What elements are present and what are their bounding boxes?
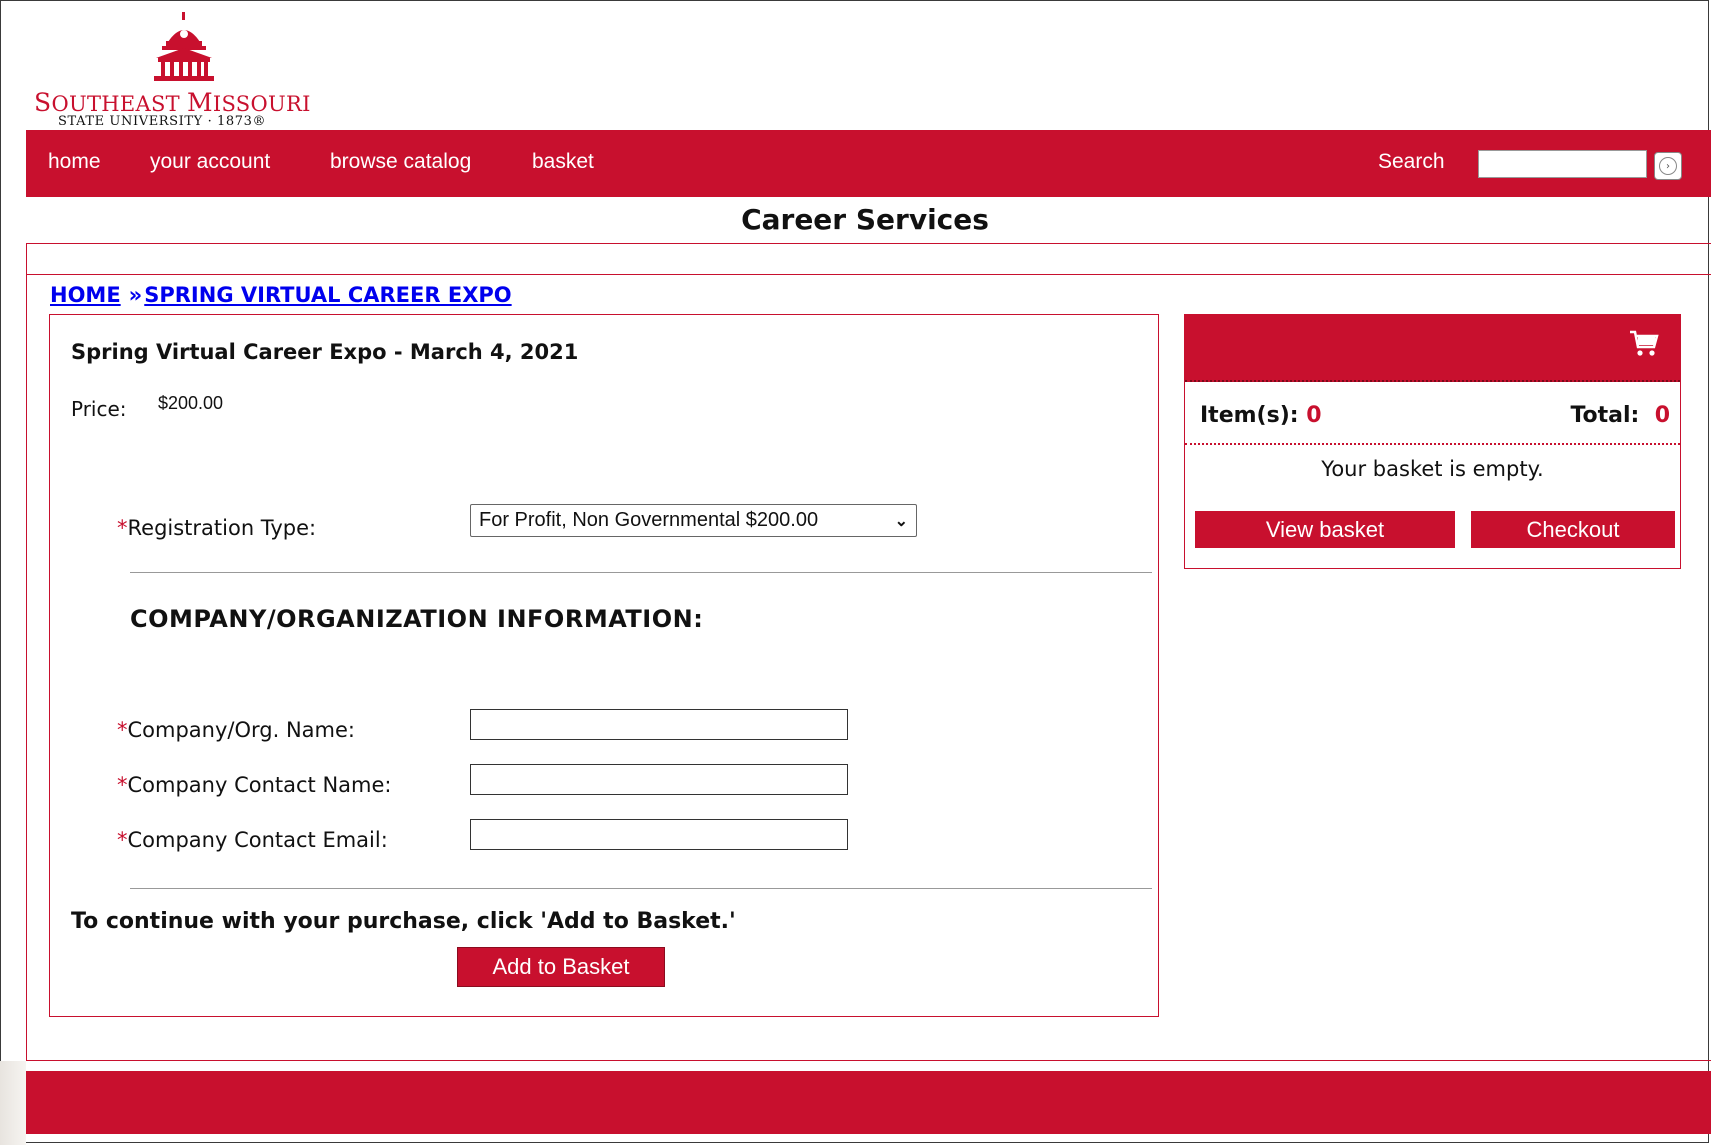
required-marker: *: [117, 773, 128, 797]
nav-home-link[interactable]: home: [48, 150, 101, 174]
company-name-field[interactable]: [470, 709, 848, 740]
checkout-button[interactable]: Checkout: [1471, 511, 1675, 548]
content-divider: [27, 274, 1711, 275]
company-name-label: *Company/Org. Name:: [117, 718, 355, 742]
contact-email-label: *Company Contact Email:: [117, 828, 388, 852]
contact-name-text: Company Contact Name:: [127, 773, 392, 797]
price-value: $200.00: [158, 393, 224, 413]
registration-type-value: For Profit, Non Governmental $200.00: [479, 509, 819, 531]
basket-header: [1185, 315, 1680, 382]
breadcrumb-current-link[interactable]: SPRING VIRTUAL CAREER EXPO: [144, 283, 511, 307]
search-go-button[interactable]: ›: [1654, 152, 1682, 180]
required-marker: *: [117, 718, 128, 742]
footer-bar: [26, 1071, 1711, 1134]
items-label: Item(s):: [1200, 403, 1299, 428]
company-name-text: Company/Org. Name:: [127, 718, 355, 742]
company-section-heading: COMPANY/ORGANIZATION INFORMATION:: [130, 605, 704, 633]
registration-type-label: *Registration Type:: [117, 516, 316, 540]
search-label: Search: [1378, 150, 1445, 173]
shopping-cart-icon[interactable]: [1628, 327, 1660, 359]
chevron-down-icon: ⌄: [894, 512, 908, 530]
search-input[interactable]: [1478, 150, 1647, 178]
basket-items-count: Item(s): 0: [1200, 403, 1322, 428]
required-marker: *: [117, 516, 128, 540]
contact-name-field[interactable]: [470, 764, 848, 795]
continue-instruction: To continue with your purchase, click 'A…: [71, 909, 736, 934]
basket-total: Total: 0: [1570, 403, 1670, 428]
logo-name: SOUTHEAST MISSOURI: [34, 88, 311, 117]
logo-subtitle: STATE UNIVERSITY · 1873®: [58, 114, 267, 129]
view-basket-button[interactable]: View basket: [1195, 511, 1455, 548]
breadcrumb-separator: »: [128, 283, 143, 307]
contact-name-label: *Company Contact Name:: [117, 773, 392, 797]
basket-panel: Item(s): 0 Total: 0 Your basket is empty…: [1184, 314, 1681, 569]
product-title: Spring Virtual Career Expo - March 4, 20…: [71, 340, 579, 364]
required-marker: *: [117, 828, 128, 852]
add-to-basket-button[interactable]: Add to Basket: [457, 947, 665, 987]
contact-email-text: Company Contact Email:: [127, 828, 388, 852]
items-value: 0: [1306, 403, 1322, 428]
registration-type-select[interactable]: For Profit, Non Governmental $200.00 ⌄: [470, 504, 917, 537]
nav-browse-catalog-link[interactable]: browse catalog: [330, 150, 471, 174]
background-edge: [0, 1061, 26, 1145]
registration-type-text: Registration Type:: [127, 516, 317, 540]
nav-basket-link[interactable]: basket: [532, 150, 594, 174]
contact-email-field[interactable]: [470, 819, 848, 850]
price-label: Price:: [71, 397, 127, 421]
breadcrumb-home-link[interactable]: HOME: [50, 283, 121, 307]
basket-divider: [1185, 443, 1680, 445]
nav-your-account-link[interactable]: your account: [150, 150, 270, 174]
total-value: 0: [1654, 403, 1670, 428]
page-title: Career Services: [741, 203, 989, 236]
university-dome-logo: [154, 12, 214, 81]
section-divider-bottom: [130, 888, 1152, 889]
search-go-icon: ›: [1659, 157, 1677, 175]
university-logo[interactable]: SOUTHEAST MISSOURI STATE UNIVERSITY · 18…: [30, 8, 330, 129]
breadcrumb: HOME »SPRING VIRTUAL CAREER EXPO: [50, 283, 512, 307]
basket-empty-message: Your basket is empty.: [1321, 457, 1544, 481]
total-label: Total:: [1570, 403, 1640, 428]
top-nav-bar: home your account browse catalog basket …: [26, 130, 1711, 197]
section-divider-top: [130, 572, 1152, 573]
